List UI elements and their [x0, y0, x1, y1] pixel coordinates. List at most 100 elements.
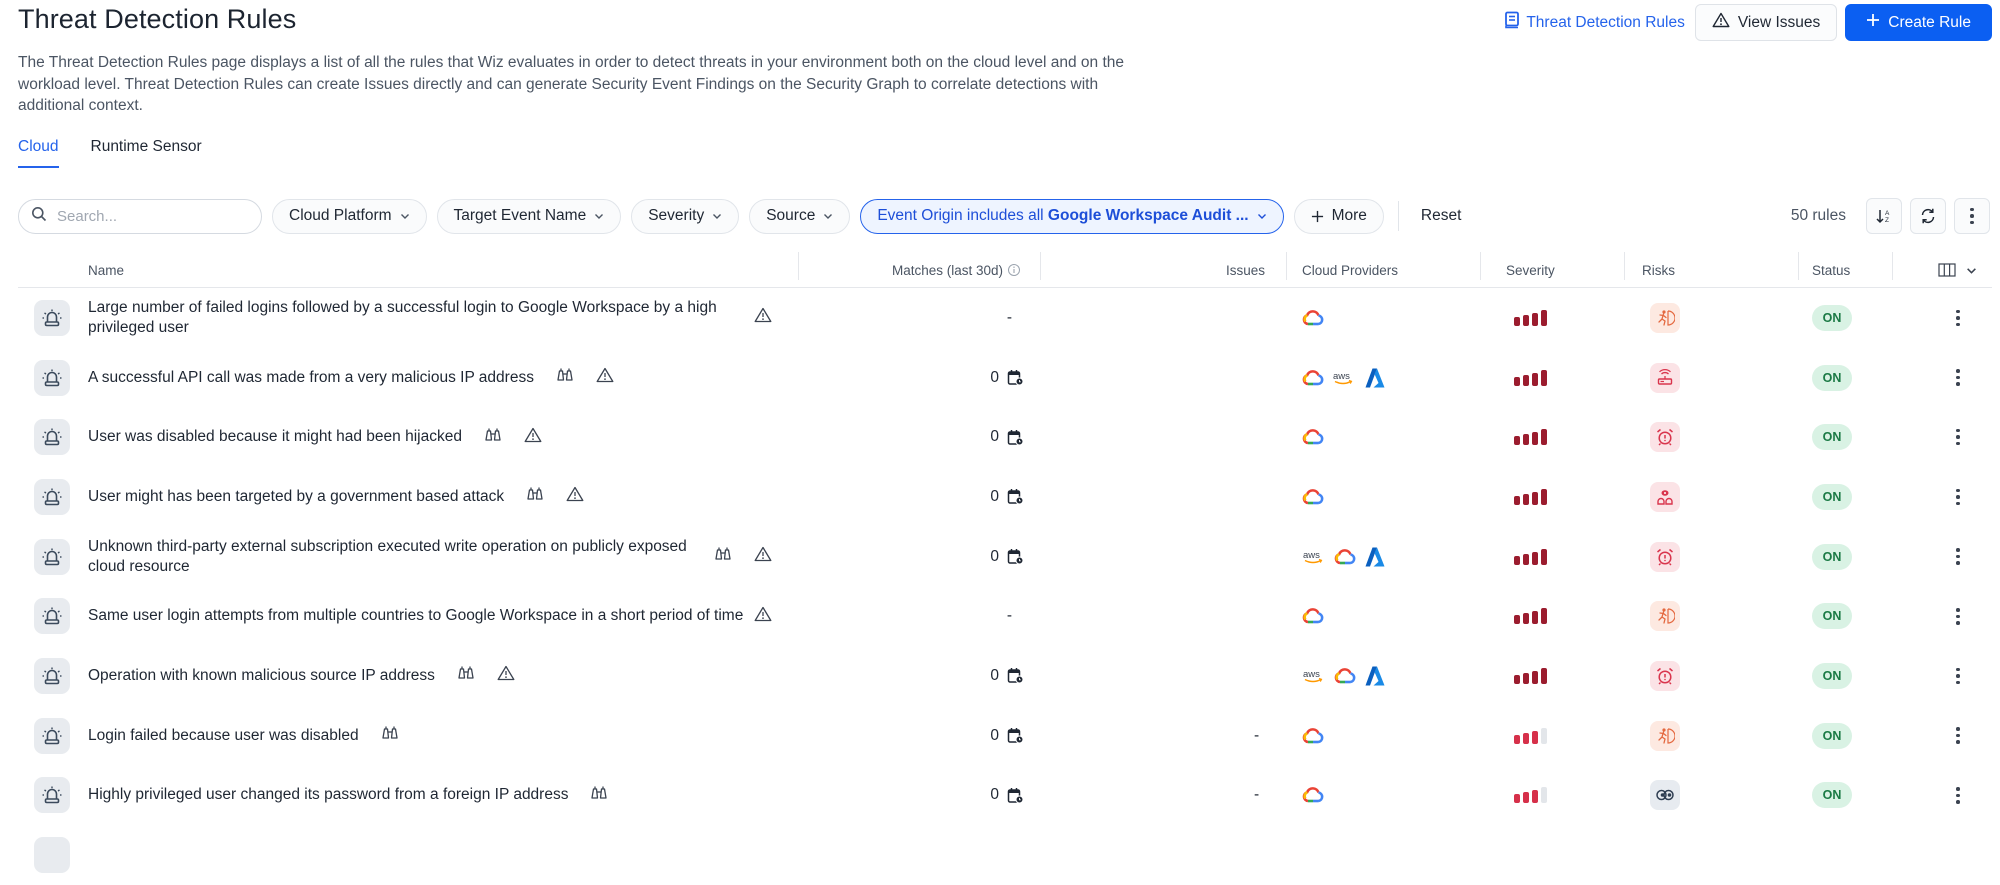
sort-button[interactable]: AZ: [1866, 198, 1902, 234]
rule-name[interactable]: Login failed because user was disabled: [88, 726, 359, 746]
rule-name[interactable]: Operation with known malicious source IP…: [88, 666, 435, 686]
warning-icon: [497, 665, 515, 686]
intrusion-risk-icon[interactable]: [1650, 302, 1680, 333]
filter-event-origin[interactable]: Event Origin includes all Google Workspa…: [860, 198, 1284, 234]
intrusion-risk-icon[interactable]: [1650, 601, 1680, 632]
rule-name[interactable]: Same user login attempts from multiple c…: [88, 606, 748, 626]
view-issues-button[interactable]: View Issues: [1694, 4, 1838, 41]
cloud-providers: [1302, 488, 1324, 506]
status-badge[interactable]: ON: [1812, 364, 1852, 391]
severity-bar: [1541, 309, 1547, 326]
filter-cloud-platform[interactable]: Cloud Platform: [272, 198, 427, 234]
status-badge[interactable]: ON: [1812, 782, 1852, 809]
more-options-button[interactable]: [1954, 198, 1990, 234]
column-header-severity[interactable]: Severity: [1506, 252, 1555, 288]
table-row[interactable]: Large number of failed logins followed b…: [18, 288, 1992, 348]
create-rule-button[interactable]: Create Rule: [1845, 4, 1992, 41]
binoculars-icon: [381, 725, 399, 746]
more-filters-button[interactable]: More: [1293, 198, 1384, 234]
calendar-clock-icon[interactable]: [1007, 667, 1024, 684]
warning-icon: [754, 546, 772, 567]
reset-button[interactable]: Reset: [1413, 207, 1470, 225]
row-actions-button[interactable]: [1950, 787, 1966, 804]
table-row[interactable]: Same user login attempts from multiple c…: [18, 586, 1992, 646]
row-actions-button[interactable]: [1950, 667, 1966, 685]
column-header-status[interactable]: Status: [1812, 252, 1850, 288]
row-actions-button[interactable]: [1950, 548, 1966, 565]
rule-name[interactable]: User might has been targeted by a govern…: [88, 487, 504, 507]
search-input[interactable]: [55, 206, 235, 226]
status-badge[interactable]: ON: [1812, 603, 1852, 630]
network-exposure-risk-icon[interactable]: [1650, 362, 1680, 393]
severity-bar: [1523, 314, 1529, 326]
calendar-clock-icon[interactable]: [1007, 548, 1024, 565]
row-actions-button[interactable]: [1950, 727, 1966, 744]
chevron-down-icon: [824, 214, 833, 219]
status-badge[interactable]: ON: [1812, 304, 1852, 331]
severity-bar: [1523, 374, 1529, 386]
filter-severity[interactable]: Severity: [631, 198, 740, 234]
column-header-matches[interactable]: Matches (last 30d): [892, 252, 1021, 288]
table-row[interactable]: User might has been targeted by a govern…: [18, 467, 1992, 527]
azure-logo-icon: [1364, 367, 1386, 389]
column-header-risks[interactable]: Risks: [1642, 252, 1675, 288]
column-header-cloud-providers[interactable]: Cloud Providers: [1302, 252, 1398, 288]
severity-bar: [1541, 667, 1547, 684]
row-actions-button[interactable]: [1950, 369, 1966, 386]
gcp-logo-icon: [1302, 488, 1324, 506]
filter-source[interactable]: Source: [749, 198, 851, 234]
row-actions-button[interactable]: [1950, 488, 1966, 506]
alarm-risk-icon[interactable]: [1650, 541, 1680, 572]
column-header-name[interactable]: Name: [88, 252, 124, 288]
svg-text:aws: aws: [1333, 371, 1350, 382]
calendar-clock-icon[interactable]: [1007, 369, 1024, 386]
calendar-clock-icon[interactable]: [1007, 727, 1024, 744]
identity-risk-icon[interactable]: [1650, 780, 1680, 811]
threat-actor-risk-icon[interactable]: [1650, 481, 1680, 512]
alarm-risk-icon[interactable]: [1650, 422, 1680, 453]
status-badge[interactable]: ON: [1812, 543, 1852, 570]
row-actions-button[interactable]: [1950, 608, 1966, 625]
warning-icon: [754, 606, 772, 627]
table-row[interactable]: Login failed because user was disabled 0…: [18, 706, 1992, 766]
status-badge[interactable]: ON: [1812, 722, 1852, 749]
rule-name[interactable]: Highly privileged user changed its passw…: [88, 785, 568, 805]
severity-bar: [1541, 488, 1547, 505]
severity-bar: [1541, 787, 1547, 804]
chevron-down-icon: [1967, 267, 1976, 274]
calendar-clock-icon[interactable]: [1007, 787, 1024, 804]
calendar-clock-icon[interactable]: [1007, 429, 1024, 446]
status-badge[interactable]: ON: [1812, 424, 1852, 451]
severity-bar: [1541, 548, 1547, 565]
tab-runtime-sensor[interactable]: Runtime Sensor: [91, 138, 202, 166]
alarm-risk-icon[interactable]: [1650, 660, 1680, 691]
rule-name[interactable]: User was disabled because it might had b…: [88, 427, 462, 447]
table-row[interactable]: Operation with known malicious source IP…: [18, 646, 1992, 706]
rule-name[interactable]: Unknown third-party external subscriptio…: [88, 537, 698, 577]
issues-value: -: [1254, 786, 1260, 804]
siren-icon: [34, 837, 70, 874]
intrusion-risk-icon[interactable]: [1650, 720, 1680, 751]
search-box[interactable]: [18, 198, 262, 234]
row-actions-button[interactable]: [1950, 428, 1966, 446]
calendar-clock-icon[interactable]: [1007, 488, 1024, 505]
rule-name[interactable]: Large number of failed logins followed b…: [88, 298, 748, 338]
gcp-logo-icon: [1302, 369, 1324, 387]
docs-link[interactable]: Threat Detection Rules: [1504, 11, 1685, 34]
status-badge[interactable]: ON: [1812, 662, 1852, 689]
table-row[interactable]: A successful API call was made from a ve…: [18, 348, 1992, 408]
refresh-button[interactable]: [1910, 198, 1946, 234]
table-row[interactable]: User was disabled because it might had b…: [18, 407, 1992, 467]
siren-icon: [34, 657, 70, 694]
filter-target-event-name[interactable]: Target Event Name: [436, 198, 622, 234]
table-row[interactable]: Unknown third-party external subscriptio…: [18, 527, 1992, 587]
rule-name[interactable]: A successful API call was made from a ve…: [88, 368, 534, 388]
tab-cloud[interactable]: Cloud: [18, 138, 59, 168]
filter-prefix: Event Origin includes all: [877, 207, 1044, 224]
row-actions-button[interactable]: [1950, 309, 1966, 327]
status-badge[interactable]: ON: [1812, 483, 1852, 510]
table-row[interactable]: Highly privileged user changed its passw…: [18, 766, 1992, 826]
column-header-issues[interactable]: Issues: [1226, 252, 1265, 288]
column-settings-button[interactable]: [1938, 252, 1977, 288]
cloud-providers: [1302, 309, 1324, 327]
